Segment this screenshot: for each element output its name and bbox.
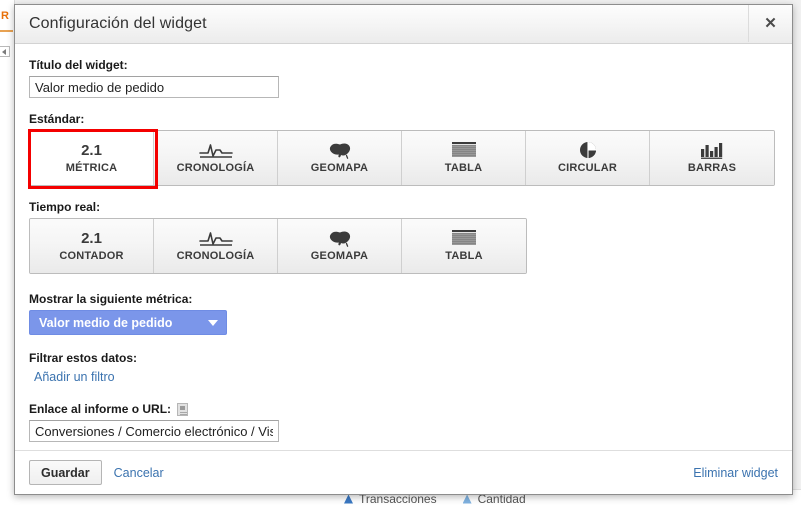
- realtime-type-option-label: GEOMAPA: [310, 250, 369, 262]
- number-2-1-icon: 2.1: [81, 229, 102, 247]
- standard-type-option-label: MÉTRICA: [65, 162, 118, 174]
- number-2-1-icon: 2.1: [81, 141, 102, 159]
- standard-type-metric-button[interactable]: 2.1 MÉTRICA: [30, 131, 154, 185]
- standard-type-option-label: TABLA: [444, 162, 483, 174]
- close-icon: ✕: [764, 15, 777, 32]
- legend-marker-icon: [462, 494, 472, 504]
- widget-settings-dialog: Configuración del widget ✕ Título del wi…: [14, 4, 793, 495]
- filter-label: Filtrar estos datos:: [29, 351, 138, 365]
- standard-type-option-label: BARRAS: [687, 162, 737, 174]
- dialog-body: Título del widget: Estándar: 2.1 MÉTRICA C…: [15, 44, 792, 450]
- cancel-button[interactable]: Cancelar: [114, 466, 164, 480]
- geomap-icon: [327, 142, 353, 159]
- help-document-icon[interactable]: [177, 402, 189, 416]
- standard-type-bars-button[interactable]: BARRAS: [650, 131, 774, 185]
- realtime-type-counter-button[interactable]: 2.1 CONTADOR: [30, 219, 154, 273]
- legend-marker-icon: [344, 494, 353, 504]
- standard-type-option-label: GEOMAPA: [310, 162, 369, 174]
- standard-type-pie-button[interactable]: CIRCULAR: [526, 131, 650, 185]
- background-rail-divider: [0, 30, 13, 32]
- add-filter-link[interactable]: Añadir un filtro: [34, 370, 115, 384]
- timeline-icon: [198, 142, 233, 158]
- standard-type-option-label: CRONOLOGÍA: [176, 162, 255, 174]
- dialog-titlebar: Configuración del widget ✕: [15, 5, 792, 44]
- metric-select[interactable]: Valor medio de pedido: [29, 310, 227, 335]
- widget-title-input[interactable]: [29, 76, 279, 98]
- report-url-input[interactable]: [29, 420, 279, 442]
- standard-type-geomap-button[interactable]: GEOMAPA: [278, 131, 402, 185]
- dialog-title: Configuración del widget: [29, 15, 207, 32]
- metric-select-label: Mostrar la siguiente métrica:: [29, 292, 193, 306]
- realtime-type-option-label: CONTADOR: [59, 250, 124, 262]
- table-icon: [451, 142, 476, 158]
- pie-chart-icon: [579, 142, 597, 158]
- standard-type-option-label: CIRCULAR: [557, 162, 618, 174]
- report-url-label-row: Enlace al informe o URL:: [29, 402, 778, 416]
- realtime-type-geomap-button[interactable]: GEOMAPA: [278, 219, 402, 273]
- chevron-down-icon: [208, 319, 218, 326]
- timeline-icon: [198, 230, 233, 246]
- save-button[interactable]: Guardar: [29, 460, 102, 485]
- realtime-type-option-label: CRONOLOGÍA: [176, 250, 255, 262]
- standard-widget-type-group: 2.1 MÉTRICA CRONOLOGÍA GEOMAPA TABLA CIRCULAR…: [29, 130, 775, 186]
- bar-chart-icon: [701, 142, 723, 159]
- dialog-footer: Guardar Cancelar Eliminar widget: [15, 450, 792, 494]
- standard-type-table-button[interactable]: TABLA: [402, 131, 526, 185]
- background-rail-letter: R: [1, 10, 9, 22]
- delete-widget-button[interactable]: Eliminar widget: [693, 466, 778, 480]
- table-icon: [452, 230, 476, 246]
- realtime-type-timeline-button[interactable]: CRONOLOGÍA: [154, 219, 278, 273]
- widget-title-label: Título del widget:: [29, 58, 128, 72]
- realtime-types-label: Tiempo real:: [29, 200, 101, 214]
- metric-select-value: Valor medio de pedido: [39, 315, 173, 330]
- background-left-rail: R: [0, 0, 15, 506]
- standard-type-timeline-button[interactable]: CRONOLOGÍA: [154, 131, 278, 185]
- collapse-panel-icon[interactable]: [0, 46, 10, 57]
- realtime-type-table-button[interactable]: TABLA: [402, 219, 526, 273]
- close-dialog-button[interactable]: ✕: [748, 5, 792, 42]
- report-url-label: Enlace al informe o URL:: [29, 402, 172, 416]
- geomap-icon: [327, 230, 353, 247]
- realtime-type-option-label: TABLA: [445, 250, 483, 262]
- standard-types-label: Estándar:: [29, 112, 85, 126]
- realtime-widget-type-group: 2.1 CONTADOR CRONOLOGÍA GEOMAPA TABLA: [29, 218, 527, 274]
